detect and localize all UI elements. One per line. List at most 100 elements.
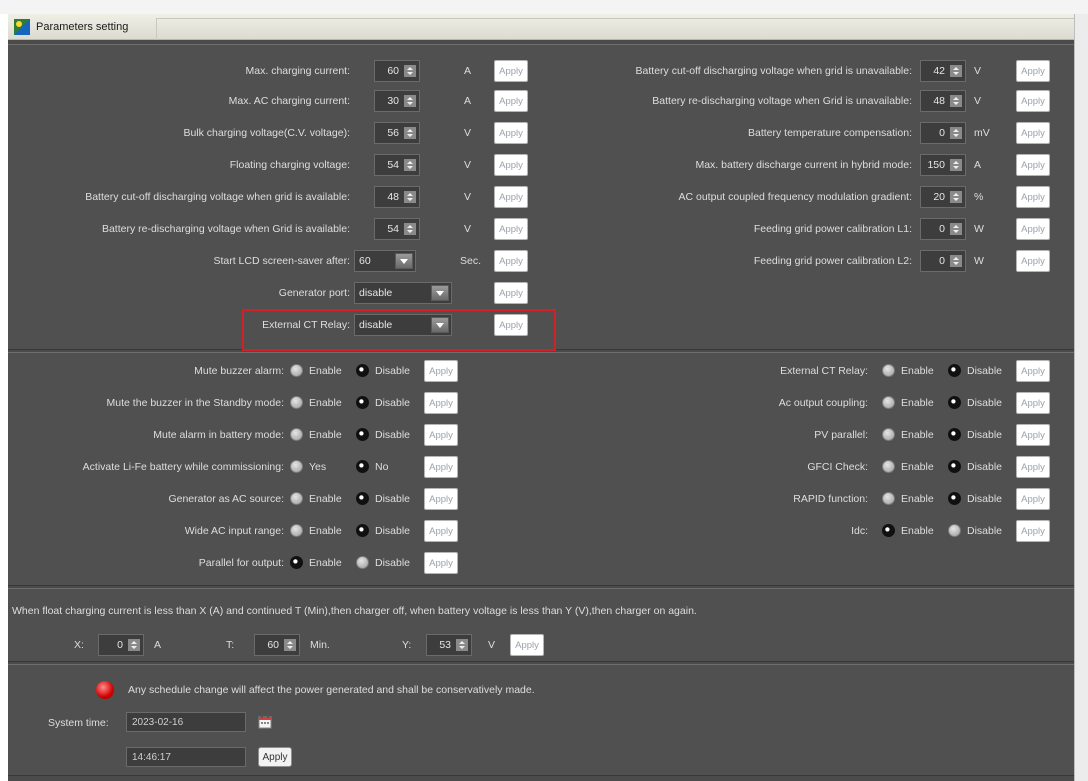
spinner-arrows-icon[interactable] [404,95,416,107]
radio-dot-icon[interactable] [356,396,369,409]
radio-dot-icon[interactable] [356,492,369,505]
radio-dot-icon[interactable] [948,524,961,537]
radio-option-2[interactable]: Disable [356,364,410,377]
apply-button[interactable]: Apply [494,282,528,304]
apply-button[interactable]: Apply [494,122,528,144]
system-time-apply-button[interactable]: Apply [258,747,292,767]
apply-button[interactable]: Apply [424,520,458,542]
apply-button[interactable]: Apply [1016,456,1050,478]
radio-dot-icon[interactable] [948,364,961,377]
apply-button[interactable]: Apply [1016,218,1050,240]
spinner-arrows-icon[interactable] [404,191,416,203]
spinner-arrows-icon[interactable] [456,639,468,651]
radio-option-2[interactable]: No [356,460,388,473]
radio-dot-icon[interactable] [356,428,369,441]
radio-dot-icon[interactable] [290,524,303,537]
radio-dot-icon[interactable] [882,460,895,473]
system-time-field[interactable]: 14:46:17 [126,747,246,767]
apply-button[interactable]: Apply [494,314,528,336]
apply-button[interactable]: Apply [424,456,458,478]
radio-option-1[interactable]: Enable [882,460,934,473]
radio-dot-icon[interactable] [356,364,369,377]
radio-option-1[interactable]: Enable [882,396,934,409]
radio-dot-icon[interactable] [882,396,895,409]
apply-button[interactable]: Apply [510,634,544,656]
apply-button[interactable]: Apply [424,392,458,414]
apply-button[interactable]: Apply [1016,250,1050,272]
apply-button[interactable]: Apply [1016,520,1050,542]
title-bar[interactable]: Parameters setting [8,14,1088,40]
radio-dot-icon[interactable] [882,428,895,441]
ct-relay-select[interactable]: disable [354,314,452,336]
apply-button[interactable]: Apply [494,186,528,208]
apply-button[interactable]: Apply [1016,60,1050,82]
apply-button[interactable]: Apply [1016,186,1050,208]
radio-dot-icon[interactable] [882,364,895,377]
radio-dot-icon[interactable] [290,428,303,441]
spinner-arrows-icon[interactable] [950,159,962,171]
apply-button[interactable]: Apply [1016,392,1050,414]
radio-dot-icon[interactable] [948,492,961,505]
radio-option-2[interactable]: Disable [948,460,1002,473]
setting-spinner[interactable]: 56 [374,122,420,144]
setting-spinner[interactable]: 60 [374,60,420,82]
setting-spinner[interactable]: 48 [920,90,966,112]
spinner-arrows-icon[interactable] [128,639,140,651]
radio-option-1[interactable]: Enable [290,364,342,377]
spinner-arrows-icon[interactable] [404,65,416,77]
apply-button[interactable]: Apply [424,552,458,574]
spinner-arrows-icon[interactable] [950,255,962,267]
radio-dot-icon[interactable] [948,460,961,473]
radio-option-1[interactable]: Yes [290,460,326,473]
lcd-saver-select[interactable]: 60 [354,250,416,272]
chevron-down-icon[interactable] [431,285,449,301]
spinner-arrows-icon[interactable] [950,127,962,139]
radio-option-2[interactable]: Disable [948,428,1002,441]
apply-button[interactable]: Apply [494,250,528,272]
radio-option-2[interactable]: Disable [356,524,410,537]
apply-button[interactable]: Apply [424,424,458,446]
apply-button[interactable]: Apply [1016,90,1050,112]
radio-dot-icon[interactable] [290,364,303,377]
radio-option-2[interactable]: Disable [948,492,1002,505]
radio-dot-icon[interactable] [948,396,961,409]
radio-dot-icon[interactable] [290,556,303,569]
radio-option-1[interactable]: Enable [290,492,342,505]
radio-option-2[interactable]: Disable [948,524,1002,537]
spinner-arrows-icon[interactable] [404,127,416,139]
setting-spinner[interactable]: 42 [920,60,966,82]
radio-option-1[interactable]: Enable [882,428,934,441]
setting-spinner[interactable]: 48 [374,186,420,208]
apply-button[interactable]: Apply [424,360,458,382]
apply-button[interactable]: Apply [494,60,528,82]
y-spinner[interactable]: 53 [426,634,472,656]
setting-spinner[interactable]: 150 [920,154,966,176]
radio-dot-icon[interactable] [882,524,895,537]
system-date-field[interactable]: 2023-02-16 [126,712,246,732]
window-scrollbar-edge[interactable] [1074,14,1088,781]
radio-dot-icon[interactable] [356,524,369,537]
radio-option-2[interactable]: Disable [948,396,1002,409]
radio-option-1[interactable]: Enable [290,556,342,569]
radio-option-2[interactable]: Disable [356,556,410,569]
spinner-arrows-icon[interactable] [284,639,296,651]
setting-spinner[interactable]: 30 [374,90,420,112]
apply-button[interactable]: Apply [494,218,528,240]
radio-option-1[interactable]: Enable [882,492,934,505]
radio-dot-icon[interactable] [290,460,303,473]
spinner-arrows-icon[interactable] [404,159,416,171]
spinner-arrows-icon[interactable] [404,223,416,235]
apply-button[interactable]: Apply [1016,154,1050,176]
apply-button[interactable]: Apply [494,154,528,176]
radio-dot-icon[interactable] [948,428,961,441]
radio-option-2[interactable]: Disable [948,364,1002,377]
radio-dot-icon[interactable] [356,460,369,473]
radio-option-1[interactable]: Enable [290,396,342,409]
radio-option-2[interactable]: Disable [356,428,410,441]
radio-option-2[interactable]: Disable [356,396,410,409]
radio-dot-icon[interactable] [882,492,895,505]
spinner-arrows-icon[interactable] [950,223,962,235]
apply-button[interactable]: Apply [1016,424,1050,446]
radio-dot-icon[interactable] [290,396,303,409]
x-spinner[interactable]: 0 [98,634,144,656]
